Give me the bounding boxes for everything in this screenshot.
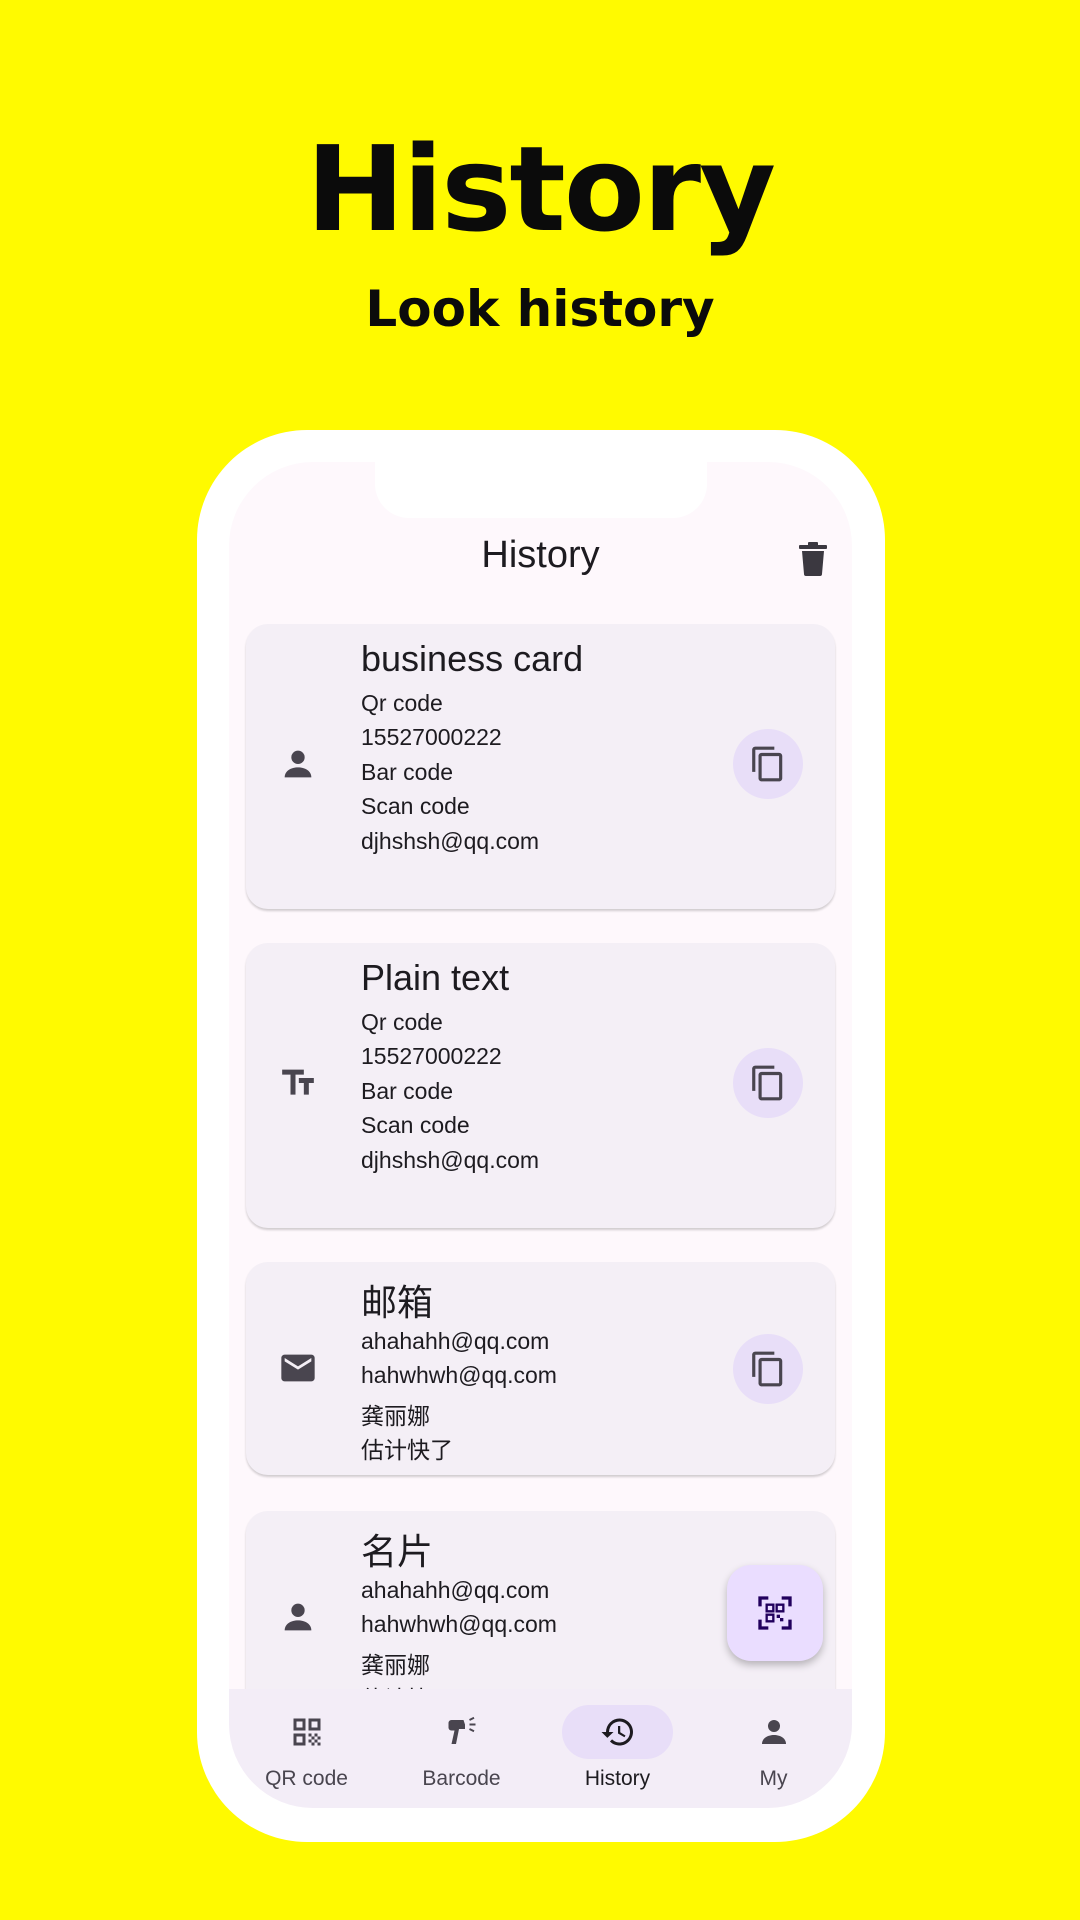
card-line: Qr code	[361, 1009, 443, 1035]
nav-label: History	[584, 1767, 651, 1790]
nav-item-qr-code[interactable]: QR code	[229, 1689, 384, 1808]
phone-notch	[375, 462, 707, 518]
text-fields-icon	[282, 1069, 314, 1095]
history-card[interactable]: business card Qr code 15527000222 Bar co…	[246, 624, 835, 909]
delete-icon[interactable]	[799, 542, 827, 576]
card-line: 15527000222	[361, 1043, 502, 1069]
card-line: ahahahh@qq.com	[361, 1328, 550, 1354]
card-title: 邮箱	[361, 1282, 434, 1323]
hero-title: History	[305, 120, 776, 258]
history-icon	[601, 1718, 633, 1746]
copy-button[interactable]	[733, 1048, 803, 1118]
person-icon	[284, 750, 312, 778]
card-line: 15527000222	[361, 724, 502, 750]
nav-label: Barcode	[422, 1767, 501, 1790]
history-card[interactable]: Plain text Qr code 15527000222 Bar code …	[246, 943, 835, 1228]
copy-icon	[752, 1065, 783, 1101]
scan-fab-button[interactable]	[727, 1565, 823, 1661]
person-icon	[762, 1720, 786, 1744]
nav-label: QR code	[265, 1767, 348, 1790]
card-line: Bar code	[361, 759, 454, 785]
phone-screen: History business card Qr code 1552700022…	[229, 462, 852, 1808]
card-line: hahwhwh@qq.com	[361, 1611, 557, 1637]
card-title: Plain text	[361, 957, 510, 998]
copy-icon	[752, 1351, 783, 1387]
qr-code-icon	[293, 1718, 321, 1746]
qr-scan-icon	[758, 1596, 792, 1630]
card-line: djhshsh@qq.com	[361, 1147, 540, 1173]
nav-item-history[interactable]: History	[540, 1689, 695, 1808]
card-line: ahahahh@qq.com	[361, 1577, 550, 1603]
card-line: 龚丽娜	[361, 1652, 430, 1678]
nav-item-barcode[interactable]: Barcode	[384, 1689, 539, 1808]
card-line: hahwhwh@qq.com	[361, 1362, 557, 1388]
nav-label: My	[759, 1767, 788, 1790]
copy-button[interactable]	[733, 729, 803, 799]
card-line: Scan code	[361, 793, 470, 819]
person-icon	[284, 1603, 312, 1631]
nav-item-my[interactable]: My	[696, 1689, 851, 1808]
card-title: 名片	[361, 1531, 434, 1572]
card-line: Qr code	[361, 690, 443, 716]
card-line: Bar code	[361, 1078, 454, 1104]
card-line: djhshsh@qq.com	[361, 828, 540, 854]
hero-subtitle: Look history	[365, 280, 715, 338]
card-line: Scan code	[361, 1112, 470, 1138]
history-card[interactable]: 邮箱 ahahahh@qq.com hahwhwh@qq.com 龚丽娜 估计快…	[246, 1262, 835, 1475]
barcode-scanner-icon	[448, 1716, 476, 1744]
copy-icon	[752, 746, 783, 782]
copy-button[interactable]	[733, 1334, 803, 1404]
appbar-title: History	[481, 534, 600, 576]
card-line: 估计快了	[361, 1437, 453, 1463]
card-title: business card	[361, 638, 584, 679]
bottom-navigation: QR code Barcode History My	[229, 1689, 852, 1808]
mail-icon	[281, 1354, 315, 1382]
card-line: 龚丽娜	[361, 1403, 430, 1429]
